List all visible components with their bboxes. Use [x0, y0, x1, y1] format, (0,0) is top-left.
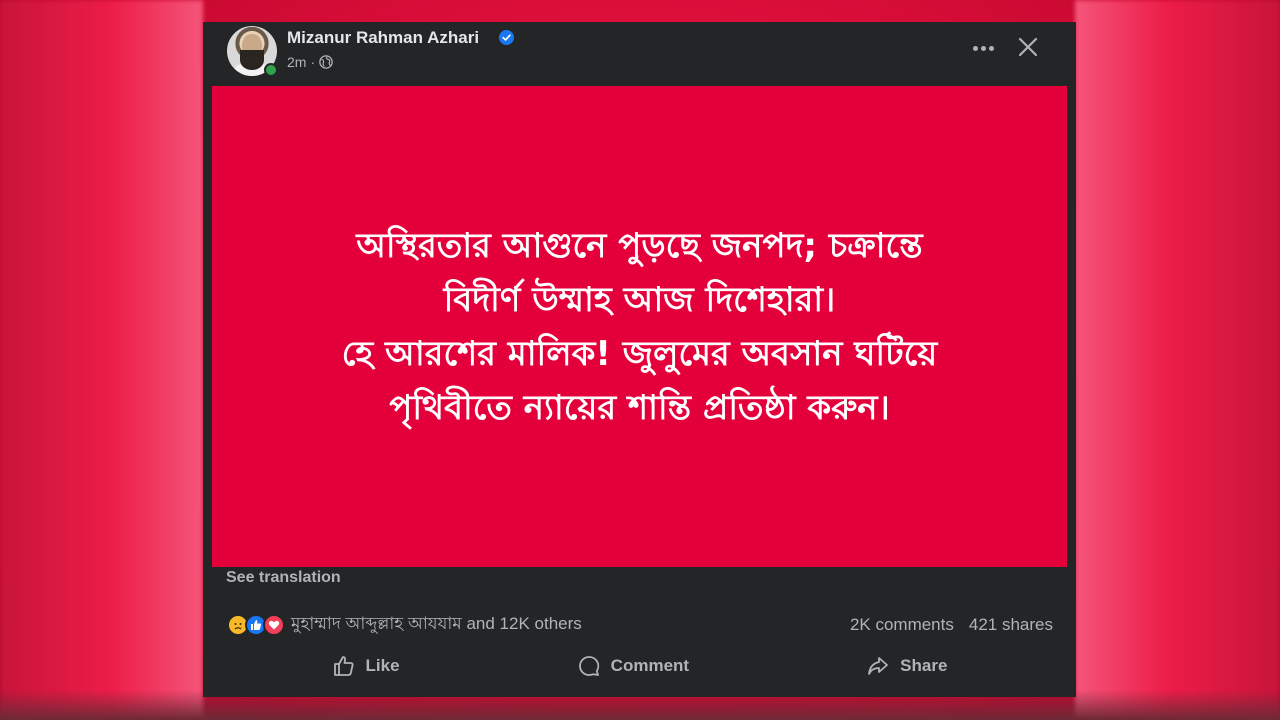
shares-count[interactable]: 421 shares — [969, 615, 1053, 635]
post-text-line: পৃথিবীতে ন্যায়ের শান্তি প্রতিষ্ঠা করুন। — [389, 387, 890, 428]
more-dot — [988, 45, 994, 51]
background-left — [0, 0, 203, 720]
see-translation-link[interactable]: See translation — [226, 569, 341, 587]
like-icon — [333, 656, 354, 676]
reactions-row: মুহাম্মাদ আব্দুল্লাহ আযযাম and 12K other… — [227, 612, 1053, 638]
post-actions: Like Comment Share — [203, 648, 1076, 684]
post-text-line: হে আরশের মালিক! জুলুমের অবসান ঘটিয়ে — [341, 333, 938, 374]
comment-label: Comment — [610, 656, 690, 675]
post-header: Mizanur Rahman Azhari 2m · — [203, 22, 1076, 86]
background-right — [1075, 0, 1280, 720]
post-image-text: অস্থিরতার আগুনে পুড়ছে জনপদ; চক্রান্তে ব… — [230, 219, 1050, 435]
post-image[interactable]: অস্থিরতার আগুনে পুড়ছে জনপদ; চক্রান্তে ব… — [212, 86, 1067, 567]
post-time[interactable]: 2m — [287, 54, 306, 70]
share-button[interactable]: Share — [866, 654, 947, 678]
comments-count[interactable]: 2K comments — [850, 615, 954, 635]
comment-icon — [578, 656, 599, 676]
facebook-post: Mizanur Rahman Azhari 2m · অস্থিরতার আগু… — [203, 22, 1076, 697]
meta-separator: · — [310, 54, 316, 70]
avatar-beard — [240, 50, 264, 70]
more-icon[interactable] — [969, 36, 997, 60]
post-text-line: অস্থিরতার আগুনে পুড়ছে জনপদ; চক্রান্তে — [356, 225, 923, 266]
comment-button[interactable]: Comment — [577, 654, 689, 678]
share-label: Share — [900, 656, 948, 675]
online-status-dot — [264, 63, 278, 77]
post-meta: 2m · — [287, 54, 333, 70]
author-name[interactable]: Mizanur Rahman Azhari — [287, 28, 479, 48]
globe-icon[interactable] — [319, 55, 333, 69]
post-text-line: বিদীর্ণ উম্মাহ আজ দিশেহারা। — [443, 279, 836, 320]
close-icon[interactable] — [1017, 36, 1039, 58]
reaction-icons[interactable] — [227, 614, 285, 636]
like-label: Like — [365, 656, 400, 675]
more-dot — [980, 45, 986, 51]
more-dot — [972, 45, 978, 51]
share-icon — [868, 657, 889, 675]
reactions-text[interactable]: মুহাম্মাদ আব্দুল্লাহ আযযাম and 12K other… — [291, 611, 582, 639]
like-button[interactable]: Like — [332, 654, 400, 678]
verified-badge-icon — [499, 30, 514, 45]
engagement-counts: 2K comments 421 shares — [850, 615, 1053, 635]
love-reaction-icon — [263, 614, 285, 636]
